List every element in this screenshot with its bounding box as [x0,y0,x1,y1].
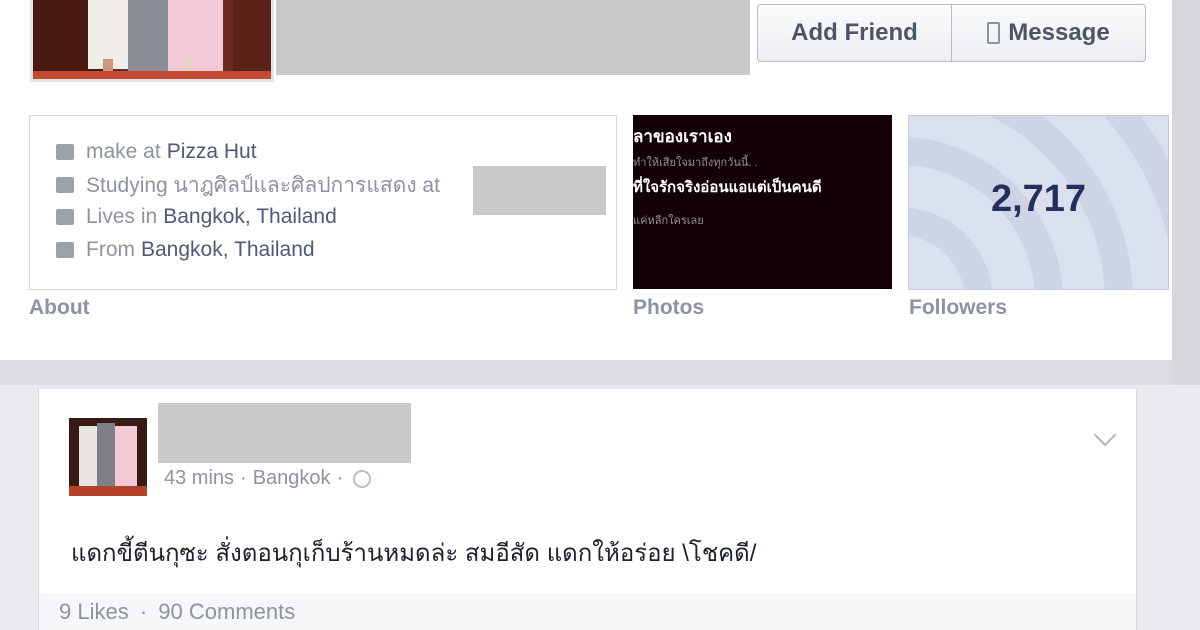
home-icon [56,242,74,258]
about-item-prefix: Studying นาฎศิลป์และศิลปการแสดง at [86,173,440,197]
meta-separator: · [336,467,344,489]
about-item-link[interactable]: Pizza Hut [167,140,257,164]
about-item-from: From Bangkok, Thailand [56,235,315,265]
meta-separator: · [240,467,247,489]
poster-name-redacted [158,403,411,463]
meta-separator: · [139,599,148,624]
followers-label[interactable]: Followers [909,296,1007,320]
profile-photo[interactable] [30,0,274,82]
about-item-lives: Lives in Bangkok, Thailand [56,202,337,232]
chevron-down-icon[interactable] [1093,423,1117,447]
about-label[interactable]: About [29,296,90,320]
post-footer: 9 Likes · 90 Comments [39,593,1136,630]
photo-caption-line: ทำให้เสียใจมาถึงทุกวันนี้. . [633,157,758,169]
graduation-cap-icon [56,177,74,193]
profile-card: Add Friend Message make at Pizza Hut Stu… [0,0,1172,360]
school-name-redacted [473,166,606,215]
photos-tile[interactable]: ลาของเราเอง ทำให้เสียใจมาถึงทุกวันนี้. .… [633,115,892,289]
about-item-prefix: Lives in [86,205,158,228]
post-time[interactable]: 43 mins [164,467,234,490]
about-item-education: Studying นาฎศิลป์และศิลปการแสดง at [56,170,440,200]
about-item-link[interactable]: Bangkok, Thailand [141,238,315,262]
about-item-work: make at Pizza Hut [56,137,257,167]
photo-caption-line: แค่หลีกใครเลย [633,215,704,227]
divider [0,360,1172,385]
about-item-link[interactable]: Bangkok, Thailand [163,205,337,229]
about-item-prefix: From [86,238,135,261]
divider [1172,0,1200,385]
globe-icon[interactable] [353,469,372,488]
photo-caption-line: ที่ใจรักจริงอ่อนแอแต่เป็นคนดี [633,179,822,196]
briefcase-icon [56,144,74,160]
about-box[interactable]: make at Pizza Hut Studying นาฎศิลป์และศิ… [29,115,617,290]
phone-icon [987,22,1001,44]
city-icon [56,209,74,225]
profile-name-redacted [276,0,750,75]
likes-count[interactable]: 9 Likes [59,599,129,624]
profile-actions: Add Friend Message [757,4,1146,62]
message-label: Message [1008,19,1110,46]
post-text: แดกขี้ตีนกุซะ สั่งตอนกุเก็บร้านหมดล่ะ สม… [71,540,757,567]
add-friend-button[interactable]: Add Friend [758,5,951,61]
comments-count[interactable]: 90 Comments [158,599,295,624]
post-meta: 43 mins · Bangkok · [164,467,372,490]
add-friend-label: Add Friend [791,19,918,46]
message-button[interactable]: Message [951,5,1145,61]
followers-tile[interactable]: 2,717 [908,115,1169,290]
post-avatar[interactable] [69,418,147,496]
about-item-prefix: make at [86,140,161,163]
post-location[interactable]: Bangkok [253,467,331,490]
post-stats: 9 Likes · 90 Comments [59,599,295,625]
photos-label[interactable]: Photos [633,296,704,320]
post-card: 43 mins · Bangkok · แดกขี้ตีนกุซะ สั่งตอ… [38,389,1137,630]
followers-count: 2,717 [990,178,1087,220]
photo-caption-line: ลาของเราเอง [633,127,732,146]
